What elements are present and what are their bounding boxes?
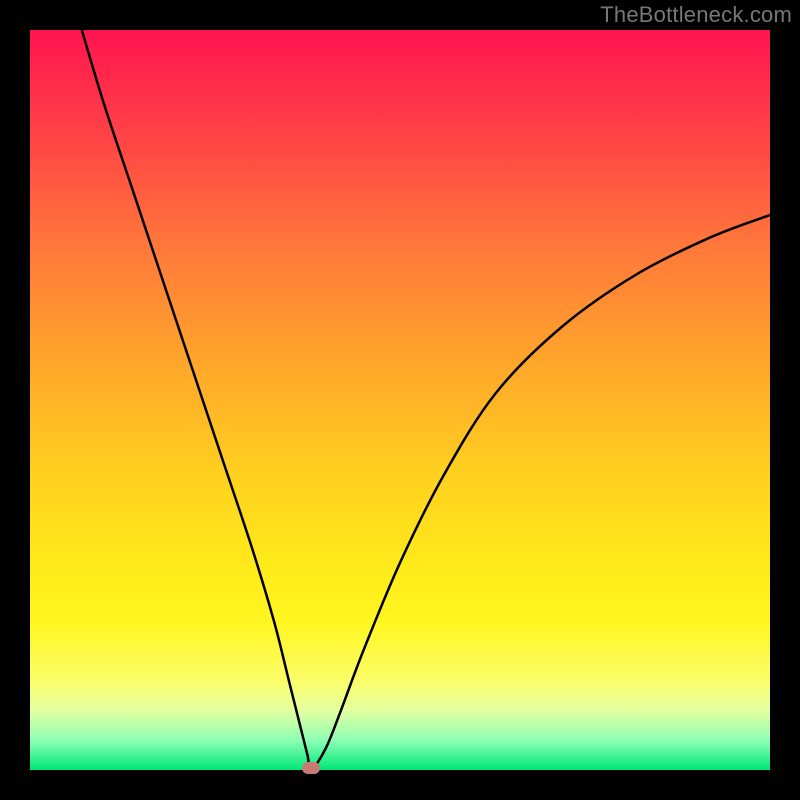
plot-area [30,30,770,770]
watermark-text: TheBottleneck.com [600,2,792,28]
curve-path [82,30,770,770]
chart-frame: TheBottleneck.com [0,0,800,800]
bottleneck-curve [30,30,770,770]
optimal-point-marker [302,762,320,774]
